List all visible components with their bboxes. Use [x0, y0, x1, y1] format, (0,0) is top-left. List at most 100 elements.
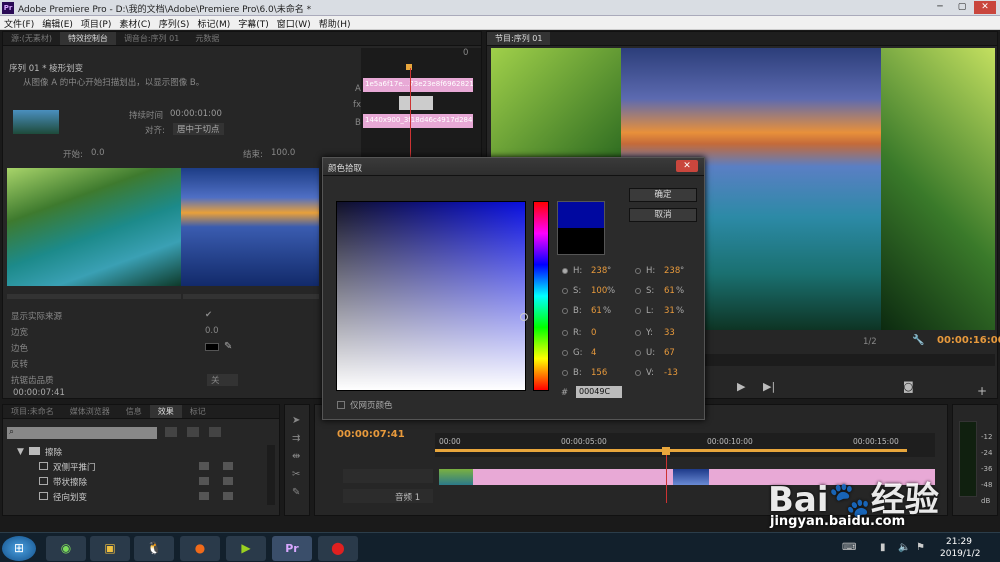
premiere-taskbar-icon[interactable]: Pr [272, 536, 312, 561]
radio-u[interactable] [635, 350, 641, 356]
minimize-icon[interactable]: ─ [930, 1, 950, 14]
volume-icon[interactable]: 🔈 [898, 542, 910, 553]
yuv-filter-icon[interactable] [209, 427, 221, 437]
cancel-button[interactable]: 取消 [629, 208, 697, 222]
radio-blue[interactable] [562, 370, 568, 376]
value-hsl-h[interactable]: 238 [664, 266, 680, 276]
playhead-icon[interactable] [662, 447, 670, 455]
border-color-swatch[interactable] [205, 343, 219, 351]
menu-clip[interactable]: 素材(C) [115, 16, 154, 31]
timeline-timecode[interactable]: 00:00:07:41 [337, 429, 405, 440]
effects-folder-wipe[interactable]: 擦除 [45, 446, 62, 458]
value-y[interactable]: 33 [664, 328, 675, 338]
hex-input[interactable]: 00049C [576, 386, 622, 398]
close-icon[interactable]: ✕ [676, 160, 698, 172]
value-g[interactable]: 4 [591, 348, 596, 358]
tab-markers[interactable]: 标记 [182, 405, 214, 418]
effect-item-2[interactable]: 带状擦除 [53, 476, 87, 488]
radio-hsl-l[interactable] [635, 308, 641, 314]
menu-title[interactable]: 字幕(T) [234, 16, 273, 31]
razor-tool-icon[interactable]: ✂ [292, 469, 300, 480]
tab-project[interactable]: 项目:未命名 [3, 405, 62, 418]
flag-icon[interactable]: ⚑ [916, 542, 925, 553]
ok-button[interactable]: 确定 [629, 188, 697, 202]
tab-program[interactable]: 节目:序列 01 [487, 32, 551, 45]
radio-y[interactable] [635, 330, 641, 336]
color-cursor[interactable] [520, 313, 528, 321]
saturation-brightness-field[interactable] [336, 201, 528, 391]
camera-icon[interactable]: ◙ [903, 380, 914, 393]
value-v[interactable]: -13 [664, 368, 678, 378]
selection-tool-icon[interactable]: ➤ [292, 415, 300, 426]
play-icon[interactable]: ▶ [737, 380, 745, 393]
tab-effects[interactable]: 效果 [149, 405, 182, 418]
menu-window[interactable]: 窗口(W) [273, 16, 315, 31]
effects-search-input[interactable] [7, 427, 157, 439]
audio-track-label[interactable]: 音频 1 [395, 491, 420, 503]
effect-item-3[interactable]: 径向划变 [53, 491, 87, 503]
tab-metadata[interactable]: 元数据 [187, 32, 227, 45]
effect-item-1[interactable]: 双侧平推门 [53, 461, 96, 473]
clock-time[interactable]: 21:29 [946, 537, 972, 547]
network-icon[interactable]: ▮ [880, 542, 886, 553]
value-r[interactable]: 0 [591, 328, 596, 338]
add-button-icon[interactable]: + [977, 384, 987, 398]
radio-b[interactable] [562, 308, 568, 314]
menu-project[interactable]: 项目(P) [77, 16, 115, 31]
maximize-icon[interactable]: ▢ [952, 1, 972, 14]
prop-border-width-value[interactable]: 0.0 [205, 326, 219, 336]
radio-s[interactable] [562, 288, 568, 294]
record-icon[interactable]: ⬤ [318, 536, 358, 561]
qq-icon[interactable]: 🐧 [134, 536, 174, 561]
clock-date[interactable]: 2019/1/2 [940, 549, 980, 559]
tab-source[interactable]: 源:(无素材) [3, 32, 60, 45]
video-editor-icon[interactable]: ▶ [226, 536, 266, 561]
menu-marker[interactable]: 标记(M) [193, 16, 234, 31]
value-h[interactable]: 238 [591, 266, 607, 276]
collapse-arrow-icon[interactable]: ▼ [17, 447, 24, 457]
time-ruler[interactable]: 00:00 00:00:05:00 00:00:10:00 00:00:15:0… [435, 433, 935, 457]
tab-media-browser[interactable]: 媒体浏览器 [62, 405, 118, 418]
keyboard-icon[interactable]: ⌨ [842, 542, 856, 553]
app-360-icon[interactable]: ◉ [46, 536, 86, 561]
value-b[interactable]: 61 [591, 306, 602, 316]
start-slider[interactable] [7, 294, 181, 299]
menu-sequence[interactable]: 序列(S) [155, 16, 194, 31]
ripple-edit-icon[interactable]: ⇹ [292, 451, 300, 462]
menu-edit[interactable]: 编辑(E) [38, 16, 77, 31]
radio-hsl-h[interactable] [635, 268, 641, 274]
pen-tool-icon[interactable]: ✎ [292, 487, 300, 498]
value-blue[interactable]: 156 [591, 368, 607, 378]
eyedropper-icon[interactable]: ✎ [224, 341, 232, 352]
start-value[interactable]: 0.0 [91, 148, 105, 158]
value-s[interactable]: 100 [591, 286, 607, 296]
radio-v[interactable] [635, 370, 641, 376]
menu-file[interactable]: 文件(F) [0, 16, 38, 31]
file-explorer-icon[interactable]: ▣ [90, 536, 130, 561]
end-value[interactable]: 100.0 [271, 148, 295, 158]
duration-value[interactable]: 00:00:01:00 [170, 109, 222, 119]
hue-slider[interactable] [533, 201, 549, 391]
tab-effect-controls[interactable]: 特效控制台 [59, 32, 116, 45]
work-area-bar[interactable] [435, 449, 907, 452]
value-hsl-s[interactable]: 61 [664, 286, 675, 296]
32bit-filter-icon[interactable] [187, 427, 199, 437]
radio-h[interactable] [562, 268, 568, 274]
end-slider[interactable] [183, 294, 319, 299]
align-dropdown[interactable]: 居中于切点 [173, 123, 224, 135]
web-only-checkbox[interactable] [337, 401, 345, 409]
prop-show-source-check[interactable]: ✔ [205, 310, 212, 320]
accelerated-filter-icon[interactable] [165, 427, 177, 437]
antialias-dropdown[interactable]: 关 [207, 374, 238, 386]
radio-hsl-s[interactable] [635, 288, 641, 294]
close-icon[interactable]: ✕ [974, 1, 996, 14]
transition-clip[interactable] [399, 96, 433, 110]
step-forward-icon[interactable]: ▶| [763, 380, 775, 393]
menu-help[interactable]: 帮助(H) [315, 16, 355, 31]
playhead-marker-icon[interactable] [406, 64, 412, 70]
value-u[interactable]: 67 [664, 348, 675, 358]
program-zoom[interactable]: 1/2 [863, 337, 877, 347]
track-select-icon[interactable]: ⇉ [292, 433, 300, 444]
firefox-icon[interactable]: ● [180, 536, 220, 561]
wrench-icon[interactable]: 🔧 [912, 335, 924, 346]
